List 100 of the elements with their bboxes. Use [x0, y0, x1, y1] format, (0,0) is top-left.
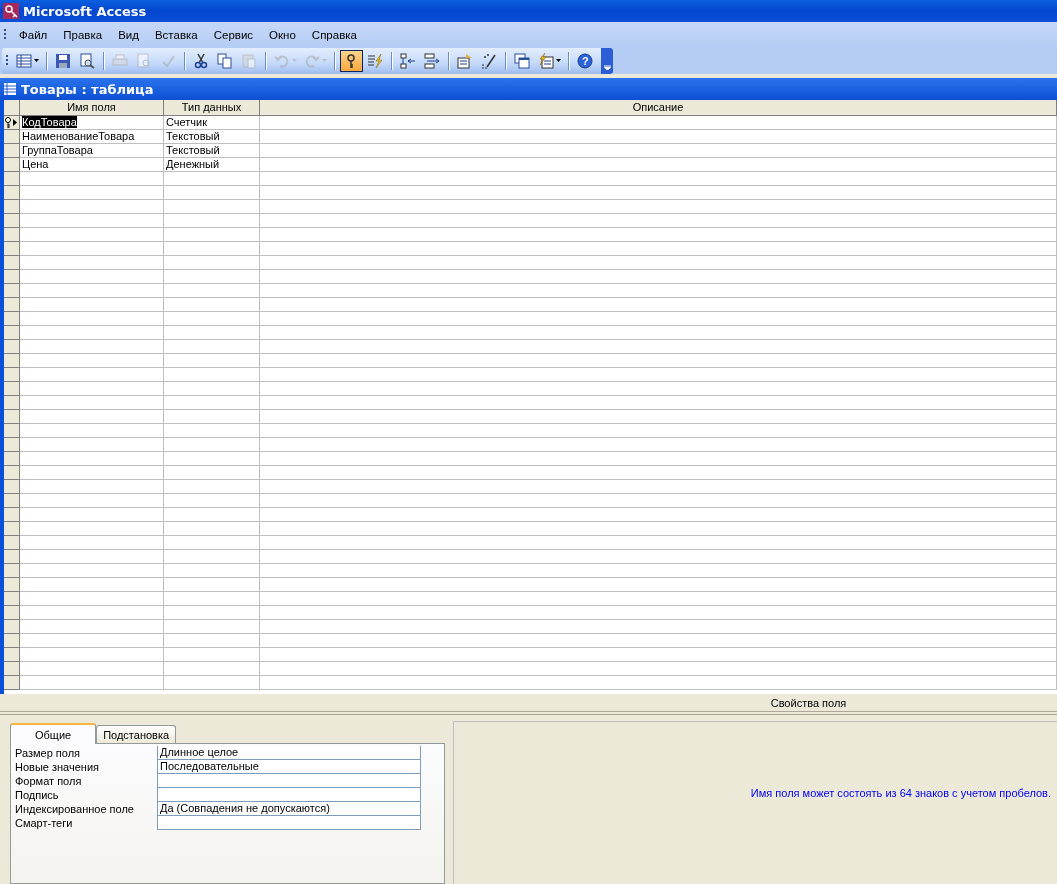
property-field[interactable] [157, 774, 421, 788]
table-cell[interactable] [260, 116, 1057, 130]
table-cell[interactable] [260, 410, 1057, 424]
table-cell[interactable] [164, 578, 260, 592]
table-cell[interactable] [260, 354, 1057, 368]
table-cell[interactable] [20, 186, 164, 200]
table-cell[interactable] [20, 200, 164, 214]
table-cell[interactable] [164, 522, 260, 536]
table-cell[interactable] [164, 340, 260, 354]
menu-item[interactable]: Вид [111, 25, 146, 44]
toolbar-options-button[interactable] [601, 47, 613, 74]
table-cell[interactable] [260, 508, 1057, 522]
table-cell[interactable] [164, 564, 260, 578]
table-cell[interactable] [20, 522, 164, 536]
table-cell[interactable] [20, 564, 164, 578]
table-cell[interactable] [164, 298, 260, 312]
menu-item[interactable]: Правка [56, 25, 110, 44]
column-header[interactable]: Тип данных [164, 100, 260, 116]
column-header[interactable]: Имя поля [20, 100, 164, 116]
table-cell[interactable] [260, 186, 1057, 200]
table-cell[interactable] [260, 382, 1057, 396]
table-cell[interactable] [164, 368, 260, 382]
menu-item[interactable]: Сервис [206, 25, 261, 44]
toolbar-button[interactable] [340, 49, 363, 72]
table-cell[interactable] [20, 298, 164, 312]
table-cell[interactable] [260, 214, 1057, 228]
table-cell[interactable] [20, 354, 164, 368]
table-cell[interactable] [260, 480, 1057, 494]
table-cell[interactable] [164, 242, 260, 256]
table-cell[interactable] [20, 284, 164, 298]
table-cell[interactable] [260, 452, 1057, 466]
table-cell[interactable] [260, 130, 1057, 144]
table-cell[interactable] [164, 270, 260, 284]
table-cell[interactable] [164, 452, 260, 466]
property-field[interactable]: Да (Совпадения не допускаются) [157, 802, 421, 816]
menu-item[interactable]: Окно [262, 25, 303, 44]
table-cell[interactable] [260, 522, 1057, 536]
table-cell[interactable] [260, 326, 1057, 340]
table-cell[interactable] [20, 662, 164, 676]
table-cell[interactable] [20, 256, 164, 270]
table-cell[interactable] [164, 634, 260, 648]
table-cell[interactable] [164, 480, 260, 494]
table-cell[interactable] [20, 326, 164, 340]
menu-item[interactable]: Файл [12, 25, 55, 44]
table-cell[interactable] [164, 172, 260, 186]
table-cell[interactable] [164, 326, 260, 340]
table-cell[interactable] [260, 424, 1057, 438]
table-cell[interactable] [260, 144, 1057, 158]
table-cell[interactable] [260, 662, 1057, 676]
table-cell[interactable] [20, 620, 164, 634]
table-cell[interactable] [20, 424, 164, 438]
table-cell[interactable] [260, 340, 1057, 354]
table-cell[interactable] [164, 228, 260, 242]
table-cell[interactable] [164, 536, 260, 550]
table-cell[interactable] [164, 354, 260, 368]
table-cell[interactable] [164, 256, 260, 270]
table-cell[interactable] [164, 606, 260, 620]
toolbar-button[interactable]: ? [574, 49, 597, 72]
table-cell[interactable] [260, 592, 1057, 606]
table-cell[interactable] [164, 312, 260, 326]
table-cell[interactable] [20, 396, 164, 410]
table-cell[interactable] [164, 200, 260, 214]
table-cell[interactable] [164, 662, 260, 676]
property-field[interactable] [157, 788, 421, 802]
table-cell[interactable] [164, 284, 260, 298]
table-cell[interactable] [20, 466, 164, 480]
table-cell[interactable] [164, 648, 260, 662]
table-cell[interactable] [260, 172, 1057, 186]
table-cell[interactable] [164, 186, 260, 200]
table-cell[interactable] [260, 620, 1057, 634]
menu-item[interactable]: Справка [304, 25, 364, 44]
table-cell[interactable] [164, 214, 260, 228]
table-cell[interactable] [260, 634, 1057, 648]
table-cell[interactable] [164, 382, 260, 396]
table-cell[interactable] [260, 550, 1057, 564]
table-cell[interactable] [20, 634, 164, 648]
data-type[interactable]: Текстовый [166, 130, 220, 142]
table-cell[interactable] [260, 494, 1057, 508]
table-cell[interactable] [164, 424, 260, 438]
table-cell[interactable] [20, 242, 164, 256]
row-selector[interactable] [4, 116, 20, 130]
field-name[interactable]: Цена [22, 158, 49, 170]
table-cell[interactable] [260, 536, 1057, 550]
table-cell[interactable] [260, 256, 1057, 270]
table-cell[interactable] [260, 564, 1057, 578]
table-cell[interactable] [260, 466, 1057, 480]
table-cell[interactable] [20, 592, 164, 606]
table-cell[interactable] [164, 508, 260, 522]
table-cell[interactable] [260, 158, 1057, 172]
menu-item[interactable]: Вставка [147, 25, 205, 44]
table-cell[interactable] [164, 410, 260, 424]
field-name[interactable]: ГруппаТовара [22, 144, 93, 156]
table-cell[interactable] [260, 200, 1057, 214]
table-cell[interactable] [20, 312, 164, 326]
tab[interactable]: Общие [10, 723, 97, 744]
field-name[interactable]: КодТовара [22, 116, 77, 128]
table-cell[interactable] [20, 228, 164, 242]
table-cell[interactable] [164, 466, 260, 480]
table-cell[interactable] [164, 494, 260, 508]
table-cell[interactable] [260, 242, 1057, 256]
